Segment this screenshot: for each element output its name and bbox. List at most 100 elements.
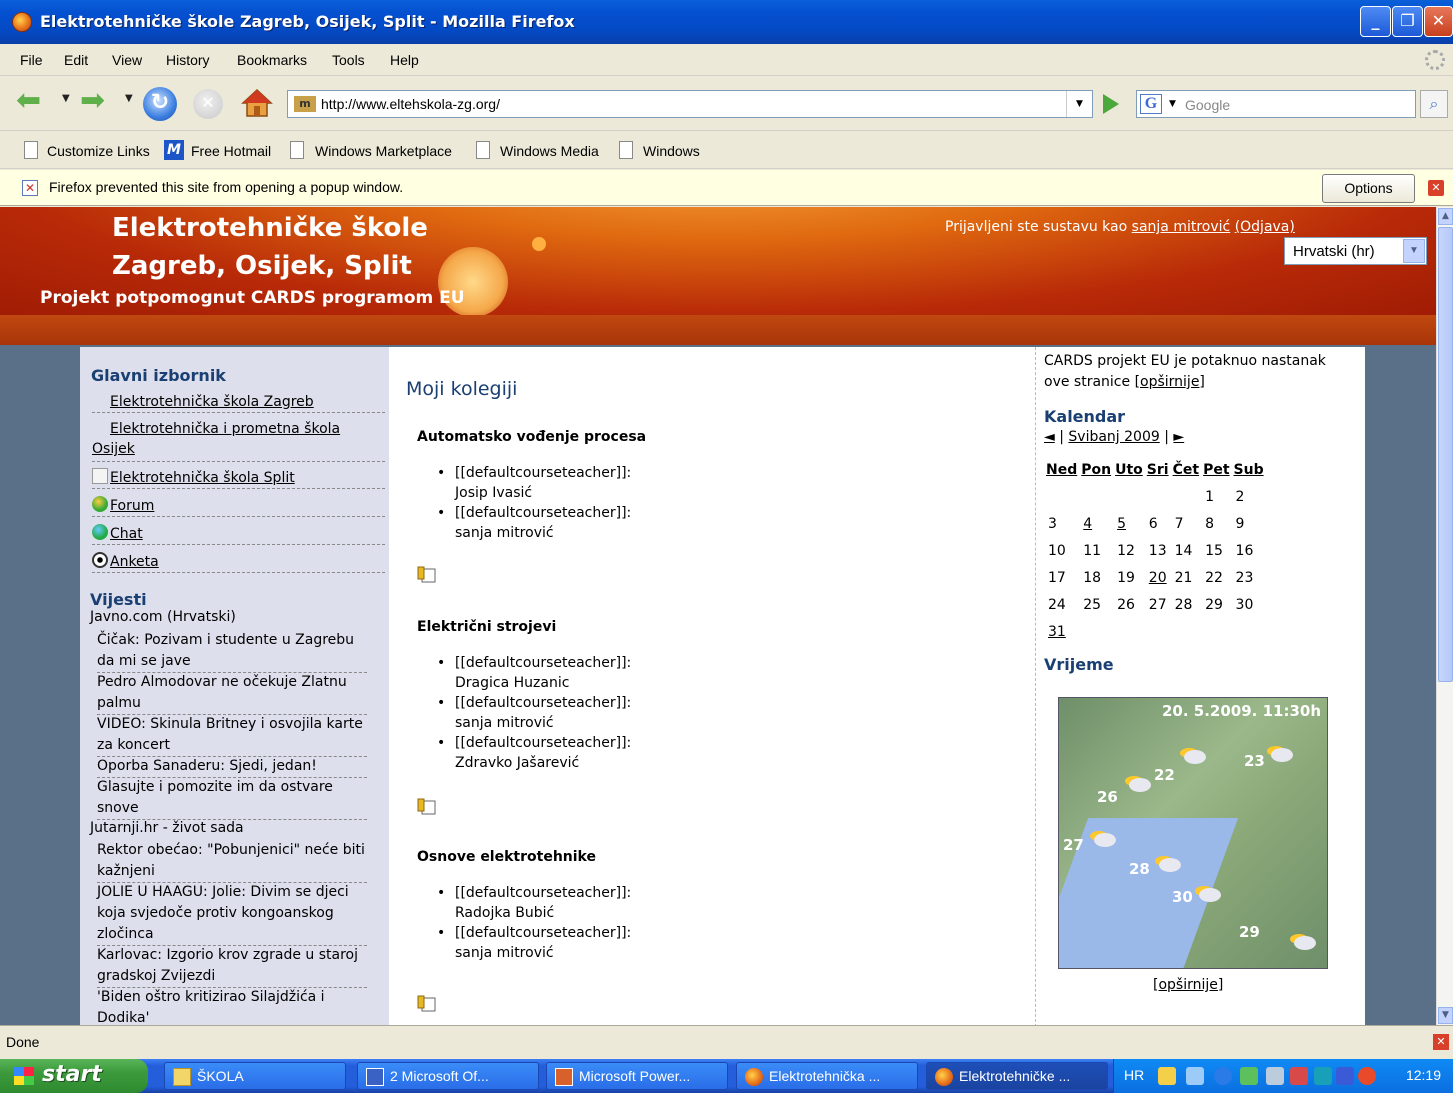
google-engine-icon[interactable]: G [1140, 94, 1162, 114]
notice-close-icon[interactable]: ✕ [1428, 180, 1444, 196]
sidebar-item-zagreb[interactable]: Elektrotehnička škola Zagreb [92, 392, 385, 413]
language-value[interactable]: Hrvatski (hr) [1293, 243, 1375, 260]
url-history-dropdown-icon[interactable]: ▼ [1066, 91, 1092, 117]
scroll-thumb[interactable] [1438, 227, 1453, 682]
taskbar-item-label[interactable]: ŠKOLA [197, 1068, 244, 1084]
key-icon[interactable] [417, 798, 437, 816]
help-tray-icon[interactable] [1158, 1067, 1176, 1085]
login-user-link[interactable]: sanja mitrović [1132, 219, 1231, 235]
news-link-text[interactable]: Karlovac: Izgorio krov zgrade u staroj g… [97, 947, 358, 984]
course-title[interactable]: Automatsko vođenje procesa [417, 429, 646, 445]
back-icon[interactable]: ⬅ [16, 86, 41, 116]
teacher-link[interactable]: Zdravko Jašarević [455, 755, 579, 771]
news-link[interactable]: Rektor obećao: "Pobunjenici" neće biti k… [97, 840, 367, 883]
news-link[interactable]: 'Biden oštro kritizirao Silajdžića i Dod… [97, 987, 367, 1025]
notice-options-button[interactable]: Options [1322, 174, 1415, 203]
sidebar-item-label[interactable]: Anketa [110, 554, 159, 570]
news-link[interactable]: VIDEO: Skinula Britney i osvojila karte … [97, 714, 367, 757]
bookmark-windows-marketplace[interactable]: Windows Marketplace [315, 143, 452, 159]
search-magnifier-icon[interactable]: ⌕ [1420, 90, 1448, 118]
sidebar-item-anketa[interactable]: Anketa [92, 552, 385, 573]
scroll-up-icon[interactable]: ▲ [1438, 208, 1453, 225]
taskbar-item-label[interactable]: Elektrotehničke ... [959, 1068, 1070, 1084]
minimize-button[interactable]: _ [1360, 6, 1391, 37]
news-link-text[interactable]: Pedro Almodovar ne očekuje Zlatnu palmu [97, 674, 347, 711]
stop-icon[interactable]: ✕ [193, 89, 223, 119]
taskbar-item-firefox-1[interactable]: Elektrotehnička ... [736, 1062, 918, 1090]
news-link-text[interactable]: VIDEO: Skinula Britney i osvojila karte … [97, 716, 363, 753]
menu-bookmarks[interactable]: Bookmarks [237, 52, 307, 68]
restore-button[interactable]: ❐ [1392, 6, 1423, 37]
sidebar-item-label[interactable]: Forum [110, 498, 154, 514]
course-title[interactable]: Električni strojevi [417, 619, 556, 635]
language-select[interactable]: Hrvatski (hr) ▼ [1284, 237, 1427, 265]
start-label[interactable]: start [42, 1062, 102, 1087]
sidebar-item-label[interactable]: Elektrotehnička i prometna škola Osijek [92, 421, 340, 457]
antivirus-tray-icon[interactable] [1358, 1067, 1376, 1085]
status-popup-icon[interactable]: ✕ [1433, 1034, 1449, 1050]
url-text[interactable]: http://www.eltehskola-zg.org/ [321, 96, 500, 112]
menu-history[interactable]: History [166, 52, 210, 68]
scroll-down-icon[interactable]: ▼ [1438, 1007, 1453, 1024]
teacher-link[interactable]: Radojka Bubić [455, 905, 554, 921]
taskbar-item-word[interactable]: 2 Microsoft Of... [357, 1062, 539, 1090]
weather-map[interactable]: 20. 5.2009. 11:30h 23 22 26 27 28 30 29 [1058, 697, 1328, 969]
weather-more-link[interactable]: [opširnije] [1153, 975, 1223, 996]
taskbar-item-skola[interactable]: ŠKOLA [164, 1062, 346, 1090]
taskbar-item-firefox-2[interactable]: Elektrotehničke ... [926, 1062, 1108, 1090]
back-history-dropdown-icon[interactable]: ▼ [62, 93, 70, 104]
news-link[interactable]: Glasujte i pomozite im da ostvare snove [97, 777, 367, 820]
calendar-day[interactable]: 31 [1044, 618, 1079, 645]
sidebar-item-chat[interactable]: Chat [92, 524, 385, 545]
start-button[interactable]: start [0, 1059, 148, 1093]
sidebar-item-forum[interactable]: Forum [92, 496, 385, 517]
teacher-link[interactable]: sanja mitrović [455, 945, 554, 961]
input-language[interactable]: HR [1124, 1067, 1144, 1083]
news-link-text[interactable]: Rektor obećao: "Pobunjenici" neće biti k… [97, 842, 365, 879]
chevron-down-icon[interactable]: ▼ [1403, 239, 1425, 263]
forward-icon[interactable]: ➡ [80, 86, 105, 116]
security-tray-icon[interactable] [1240, 1067, 1258, 1085]
calendar-day[interactable]: 4 [1079, 510, 1113, 537]
teacher-link[interactable]: sanja mitrović [455, 715, 554, 731]
calendar-day[interactable]: 5 [1113, 510, 1145, 537]
news-link[interactable]: Oporba Sanaderu: Sjedi, jedan! [97, 756, 367, 778]
home-icon[interactable] [240, 87, 274, 119]
menu-help[interactable]: Help [390, 52, 419, 68]
url-bar[interactable]: m http://www.eltehskola-zg.org/ ▼ [287, 90, 1093, 118]
menu-file[interactable]: File [20, 52, 43, 68]
messenger-tray-icon[interactable] [1336, 1067, 1354, 1085]
taskbar-item-label[interactable]: 2 Microsoft Of... [390, 1068, 489, 1084]
vertical-scrollbar[interactable]: ▲ ▼ [1436, 207, 1453, 1025]
taskbar-item-label[interactable]: Microsoft Power... [579, 1068, 690, 1084]
bluetooth-tray-icon[interactable] [1214, 1067, 1232, 1085]
news-link[interactable]: Karlovac: Izgorio krov zgrade u staroj g… [97, 945, 367, 988]
menu-tools[interactable]: Tools [332, 52, 365, 68]
news-link[interactable]: Pedro Almodovar ne očekuje Zlatnu palmu [97, 672, 367, 715]
device-tray-icon[interactable] [1290, 1067, 1308, 1085]
news-link[interactable]: JOLIE U HAAGU: Jolie: Divim se djeci koj… [97, 882, 367, 946]
network-tray-icon[interactable] [1186, 1067, 1204, 1085]
taskbar-item-label[interactable]: Elektrotehnička ... [769, 1068, 880, 1084]
sidebar-item-label[interactable]: Elektrotehnička škola Split [110, 470, 295, 486]
sidebar-item-osijek[interactable]: Elektrotehnička i prometna škola Osijek [92, 419, 385, 462]
engine-dropdown-icon[interactable]: ▼ [1169, 99, 1176, 109]
next-month-icon[interactable]: ► [1173, 429, 1184, 445]
logout-link[interactable]: (Odjava) [1235, 219, 1295, 235]
news-link-text[interactable]: Glasujte i pomozite im da ostvare snove [97, 779, 333, 816]
news-link-text[interactable]: Čičak: Pozivam i studente u Zagrebu da m… [97, 632, 354, 669]
search-placeholder[interactable]: Google [1185, 97, 1230, 113]
news-link-text[interactable]: Oporba Sanaderu: Sjedi, jedan! [97, 758, 317, 774]
bookmark-windows[interactable]: Windows [643, 143, 700, 159]
calendar-day[interactable]: 20 [1145, 564, 1171, 591]
news-link-text[interactable]: 'Biden oštro kritizirao Silajdžića i Dod… [97, 989, 325, 1025]
course-link[interactable]: Osnove elektrotehnike [417, 849, 596, 865]
key-icon[interactable] [417, 995, 437, 1013]
sidebar-item-label[interactable]: Chat [110, 526, 143, 542]
prev-month-icon[interactable]: ◄ [1044, 429, 1055, 445]
app-tray-icon[interactable] [1314, 1067, 1332, 1085]
news-link[interactable]: Čičak: Pozivam i studente u Zagrebu da m… [97, 630, 367, 673]
menu-edit[interactable]: Edit [64, 52, 88, 68]
key-icon[interactable] [417, 566, 437, 584]
month-link[interactable]: Svibanj 2009 [1068, 429, 1159, 445]
